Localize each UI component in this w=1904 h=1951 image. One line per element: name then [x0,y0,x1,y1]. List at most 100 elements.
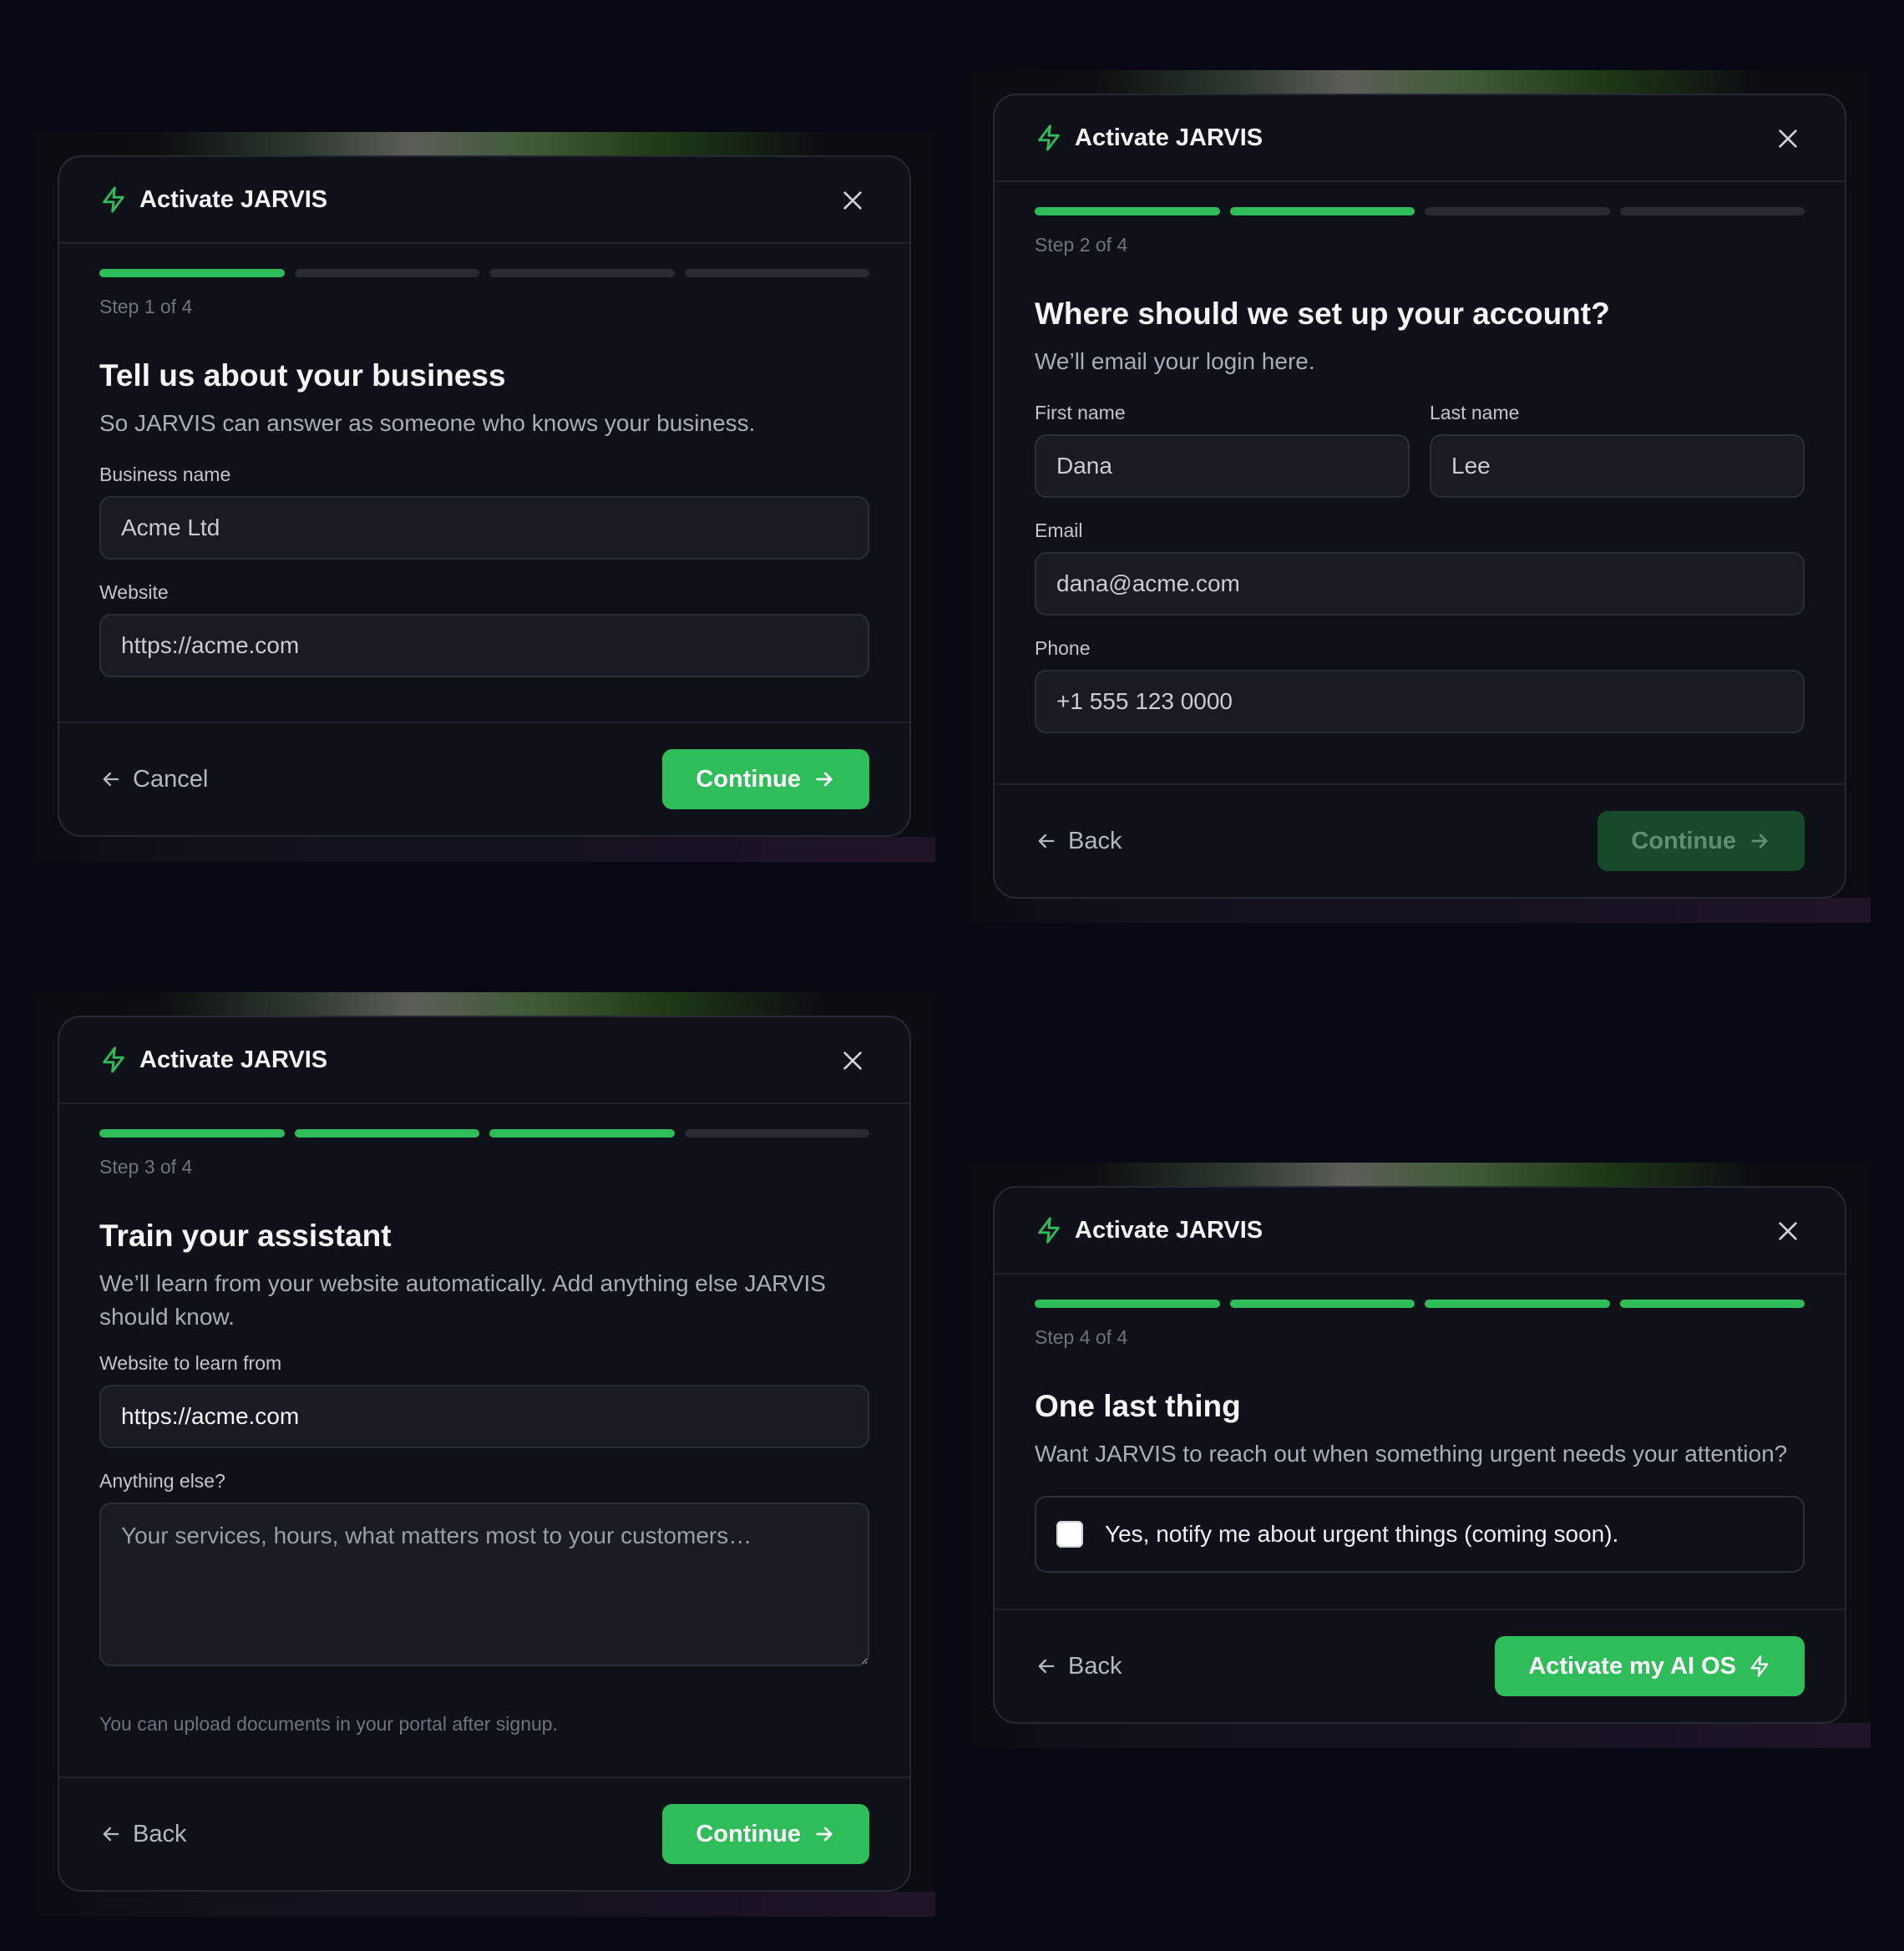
phone-label: Phone [1035,637,1091,659]
dialog-title: Activate JARVIS [139,185,328,213]
website-label: Website [99,581,169,603]
email-label: Email [1035,519,1083,541]
upload-hint: You can upload documents in your portal … [99,1713,558,1735]
arrow-right-icon [816,1827,833,1842]
dialog-footer: Cancel Continue [59,722,909,835]
panel-frame-step-1: Activate JARVIS Step 1 of 4 Tell us abou… [33,132,935,862]
activation-dialog-step-1: Activate JARVIS Step 1 of 4 Tell us abou… [58,155,911,837]
step-subtitle: Want JARVIS to reach out when something … [1035,1441,1788,1467]
phone-input[interactable] [1035,670,1805,733]
bolt-icon [99,185,128,214]
progress-segment [1035,207,1220,215]
progress-segment [489,1129,675,1138]
cancel-button[interactable]: Cancel [99,766,208,793]
arrow-right-icon [816,772,833,787]
business-name-label: Business name [99,464,231,485]
progress-bar [1035,207,1805,215]
bolt-icon [1035,124,1063,152]
step-heading: Tell us about your business [99,358,506,393]
dialog-header: Activate JARVIS [995,95,1845,182]
panel-frame-step-3: Activate JARVIS Step 3 of 4 Train your a… [33,992,935,1917]
email-input[interactable] [1035,552,1805,616]
activation-dialog-step-3: Activate JARVIS Step 3 of 4 Train your a… [58,1016,911,1892]
panel-frame-step-4: Activate JARVIS Step 4 of 4 One last thi… [969,1163,1871,1748]
close-icon[interactable] [1775,125,1801,152]
continue-button[interactable]: Continue [662,749,869,809]
arrow-left-icon [103,1827,119,1842]
arrow-left-icon [1038,1659,1055,1674]
arrow-right-icon [1751,834,1768,849]
website-input[interactable] [99,614,869,677]
progress-segment [1229,1300,1415,1308]
learn-website-input[interactable] [99,1385,869,1448]
activation-dialog-step-4: Activate JARVIS Step 4 of 4 One last thi… [993,1186,1846,1724]
progress-segment [1229,207,1415,215]
step-subtitle: So JARVIS can answer as someone who know… [99,410,756,436]
dialog-title: Activate JARVIS [139,1046,328,1073]
first-name-input[interactable] [1035,434,1410,498]
progress-segment [294,269,479,277]
arrow-left-icon [1038,834,1055,849]
progress-segment [1619,207,1805,215]
progress-bar [99,1129,869,1138]
step-indicator: Step 1 of 4 [99,296,193,317]
step-indicator: Step 2 of 4 [1035,234,1128,256]
dialog-footer: Back Continue [995,783,1845,897]
progress-segment [1425,207,1610,215]
dialog-title: Activate JARVIS [1075,124,1263,151]
back-label: Back [1068,827,1122,854]
last-name-label: Last name [1430,402,1520,423]
step-indicator: Step 4 of 4 [1035,1326,1128,1348]
dialog-footer: Back Continue [59,1776,909,1890]
bolt-icon [1035,1216,1063,1244]
activation-dialog-step-2: Activate JARVIS Step 2 of 4 Where should… [993,94,1846,899]
notify-label: Yes, notify me about urgent things (comi… [1105,1521,1619,1547]
step-subtitle: We’ll learn from your website automatica… [99,1270,826,1330]
close-icon[interactable] [839,187,866,214]
back-button[interactable]: Back [1035,828,1122,855]
business-name-input[interactable] [99,496,869,560]
step-subtitle: We’ll email your login here. [1035,348,1315,374]
dialog-footer: Back Activate my AI OS [995,1609,1845,1722]
activate-label: Activate my AI OS [1528,1652,1736,1680]
bolt-icon [99,1046,128,1074]
first-name-label: First name [1035,402,1126,423]
dialog-title: Activate JARVIS [1075,1216,1263,1244]
step-indicator: Step 3 of 4 [99,1156,193,1178]
activate-button[interactable]: Activate my AI OS [1495,1636,1805,1696]
anything-else-textarea[interactable] [99,1503,869,1666]
progress-bar [99,269,869,277]
continue-label: Continue [696,1820,801,1847]
notify-option[interactable]: Yes, notify me about urgent things (comi… [1035,1496,1805,1573]
close-icon[interactable] [839,1047,866,1074]
progress-segment [1425,1300,1610,1308]
learn-website-label: Website to learn from [99,1352,282,1374]
continue-button[interactable]: Continue [662,1804,869,1864]
continue-button[interactable]: Continue [1598,811,1805,871]
cancel-label: Cancel [133,765,209,793]
progress-segment [1035,1300,1220,1308]
last-name-input[interactable] [1430,434,1805,498]
back-button[interactable]: Back [1035,1653,1122,1680]
progress-segment [99,269,285,277]
step-heading: One last thing [1035,1389,1241,1423]
notify-checkbox[interactable] [1056,1521,1083,1548]
panel-frame-step-2: Activate JARVIS Step 2 of 4 Where should… [969,70,1871,923]
step-heading: Where should we set up your account? [1035,296,1610,331]
progress-bar [1035,1300,1805,1308]
back-button[interactable]: Back [99,1821,186,1848]
back-label: Back [1068,1652,1122,1680]
step-heading: Train your assistant [99,1219,392,1253]
progress-segment [684,269,869,277]
close-icon[interactable] [1775,1218,1801,1244]
progress-segment [294,1129,479,1138]
progress-segment [489,269,675,277]
dialog-header: Activate JARVIS [59,157,909,244]
dialog-header: Activate JARVIS [995,1188,1845,1274]
back-label: Back [133,1820,187,1847]
arrow-left-icon [103,772,119,787]
continue-label: Continue [696,765,801,793]
dialog-header: Activate JARVIS [59,1017,909,1104]
continue-label: Continue [1631,827,1736,854]
progress-segment [684,1129,869,1138]
